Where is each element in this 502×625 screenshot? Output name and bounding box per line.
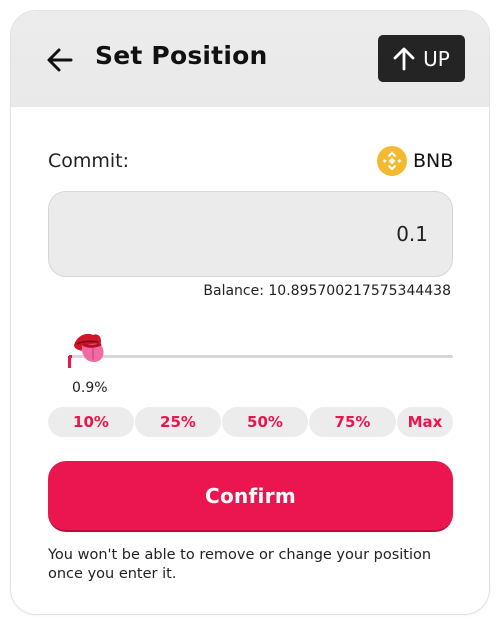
arrow-up-icon (393, 47, 415, 70)
amount-field[interactable] (48, 191, 453, 277)
percent-button-25[interactable]: 25% (135, 407, 221, 437)
back-button[interactable] (45, 45, 75, 75)
percent-button-max[interactable]: Max (397, 407, 453, 437)
balance-text: Balance: 10.895700217575344438 (203, 283, 451, 299)
bnb-logo-icon (377, 146, 407, 176)
percent-button-50[interactable]: 50% (222, 407, 308, 437)
confirm-button[interactable]: Confirm (48, 461, 453, 532)
token-name: BNB (413, 150, 454, 172)
arrow-left-icon (47, 48, 73, 72)
percent-buttons: 10% 25% 50% 75% Max (48, 407, 453, 437)
tongue-lips-icon (68, 333, 104, 368)
percent-button-10[interactable]: 10% (48, 407, 134, 437)
page-title: Set Position (95, 41, 268, 70)
token-indicator: BNB (377, 146, 453, 176)
slider-value: 0.9% (72, 380, 108, 396)
set-position-card: Set Position UP Commit: BNB Balance: 10.… (10, 10, 490, 615)
amount-input[interactable] (49, 192, 452, 276)
amount-slider-thumb[interactable] (68, 329, 110, 373)
position-note: You won't be able to remove or change yo… (48, 547, 432, 582)
commit-label: Commit: (48, 150, 130, 172)
amount-slider-track[interactable] (69, 355, 453, 358)
direction-label: UP (423, 46, 450, 71)
direction-badge[interactable]: UP (378, 35, 465, 82)
percent-button-75[interactable]: 75% (309, 407, 396, 437)
header: Set Position UP (11, 11, 489, 107)
